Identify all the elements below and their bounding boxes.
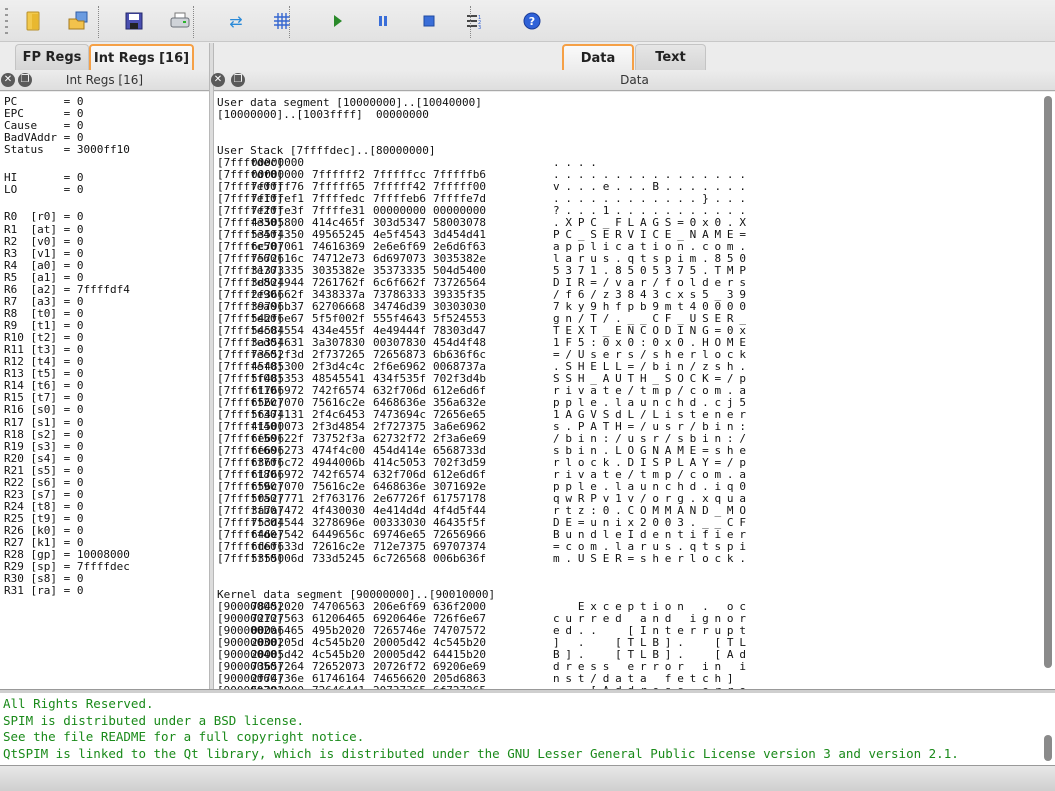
- register-line: R5 [a1] = 0: [4, 270, 84, 284]
- register-line: R21 [s5] = 0: [4, 463, 84, 477]
- save-log-icon[interactable]: [123, 10, 145, 32]
- word: 733d5245: [312, 552, 365, 565]
- tab-int-regs[interactable]: Int Regs [16]: [89, 44, 194, 70]
- segment-tabs: Data Text: [214, 43, 1055, 70]
- console-scrollbar[interactable]: [1044, 735, 1052, 761]
- toolbar-grip[interactable]: [5, 8, 8, 34]
- toolbar-separator: [98, 6, 99, 38]
- float-icon[interactable]: ❐: [231, 73, 245, 87]
- help-icon[interactable]: ?: [521, 10, 543, 32]
- register-line: R19 [s3] = 0: [4, 439, 84, 453]
- reinitialize-load-icon[interactable]: [67, 10, 89, 32]
- float-icon[interactable]: ❐: [18, 73, 32, 87]
- int-regs-dock-titlebar: ✕ ❐ Int Regs [16]: [0, 70, 209, 91]
- svg-text:?: ?: [529, 15, 535, 28]
- data-segment-view: User data segment [10000000]..[10040000]…: [214, 92, 1055, 689]
- register-line: R17 [s1] = 0: [4, 415, 84, 429]
- stop-icon[interactable]: [418, 10, 440, 32]
- memory-range-line: [10000000]..[1003ffff] 00000000: [217, 108, 429, 121]
- print-icon[interactable]: [169, 10, 191, 32]
- register-line: R1 [at] = 0: [4, 222, 84, 236]
- register-line: Status = 3000ff10: [4, 143, 130, 157]
- memory-row: [7ffffff0] 5355006d 733d5245 6c726568 006b63…: [217, 553, 1047, 565]
- console-line: QtSPIM is linked to the Qt library, whic…: [3, 745, 959, 761]
- toolbar-separator: [193, 6, 194, 38]
- register-line: R3 [v1] = 0: [4, 246, 84, 260]
- row-ascii: m.USER=sherlock.: [553, 552, 752, 565]
- register-line: R16 [s0] = 0: [4, 403, 84, 417]
- tab-data[interactable]: Data: [562, 44, 634, 70]
- register-line: R2 [v0] = 0: [4, 234, 84, 248]
- tab-text[interactable]: Text: [635, 44, 706, 70]
- single-step-icon[interactable]: 123: [464, 10, 486, 32]
- close-icon[interactable]: ✕: [1, 73, 15, 87]
- console-line: SPIM is distributed under a BSD license.: [3, 712, 305, 728]
- register-line: R4 [a0] = 0: [4, 258, 84, 272]
- close-icon[interactable]: ✕: [211, 73, 225, 87]
- reinitialize-icon[interactable]: ⇄: [225, 10, 247, 32]
- register-line: R0 [r0] = 0: [4, 210, 84, 224]
- toolbar-separator: [289, 6, 290, 38]
- dock-title: Data: [620, 73, 649, 87]
- svg-text:3: 3: [478, 25, 481, 29]
- data-scrollbar[interactable]: [1044, 96, 1052, 668]
- pause-icon[interactable]: [372, 10, 394, 32]
- run-icon[interactable]: [327, 10, 349, 32]
- toolbar: ⇄ 123 ?: [0, 0, 1055, 42]
- console-line: All Rights Reserved.: [3, 696, 154, 711]
- register-line: R20 [s4] = 0: [4, 451, 84, 465]
- toolbar-separator: [470, 6, 471, 38]
- word: 6c726568: [373, 552, 426, 565]
- register-tabs: FP Regs Int Regs [16]: [0, 43, 209, 70]
- register-line: LO = 0: [4, 182, 84, 196]
- load-file-icon[interactable]: [22, 10, 44, 32]
- tab-fp-regs[interactable]: FP Regs: [15, 44, 89, 70]
- word: 5355006d: [251, 552, 304, 565]
- dock-title: Int Regs [16]: [65, 73, 144, 87]
- int-registers-panel: PC = 0 EPC = 0 Cause = 0 BadVAddr = 0 Status…: [0, 92, 209, 689]
- register-line: R18 [s2] = 0: [4, 427, 84, 441]
- console-messages: All Rights Reserved. SPIM is distributed …: [0, 693, 1055, 765]
- console-line: See the file README for a full copyright…: [3, 729, 365, 744]
- word: 006b636f: [433, 552, 486, 565]
- register-line: R31 [ra] = 0: [4, 584, 84, 598]
- status-bar: [0, 765, 1055, 791]
- data-dock-titlebar: ✕ ❐ Data: [211, 70, 1055, 91]
